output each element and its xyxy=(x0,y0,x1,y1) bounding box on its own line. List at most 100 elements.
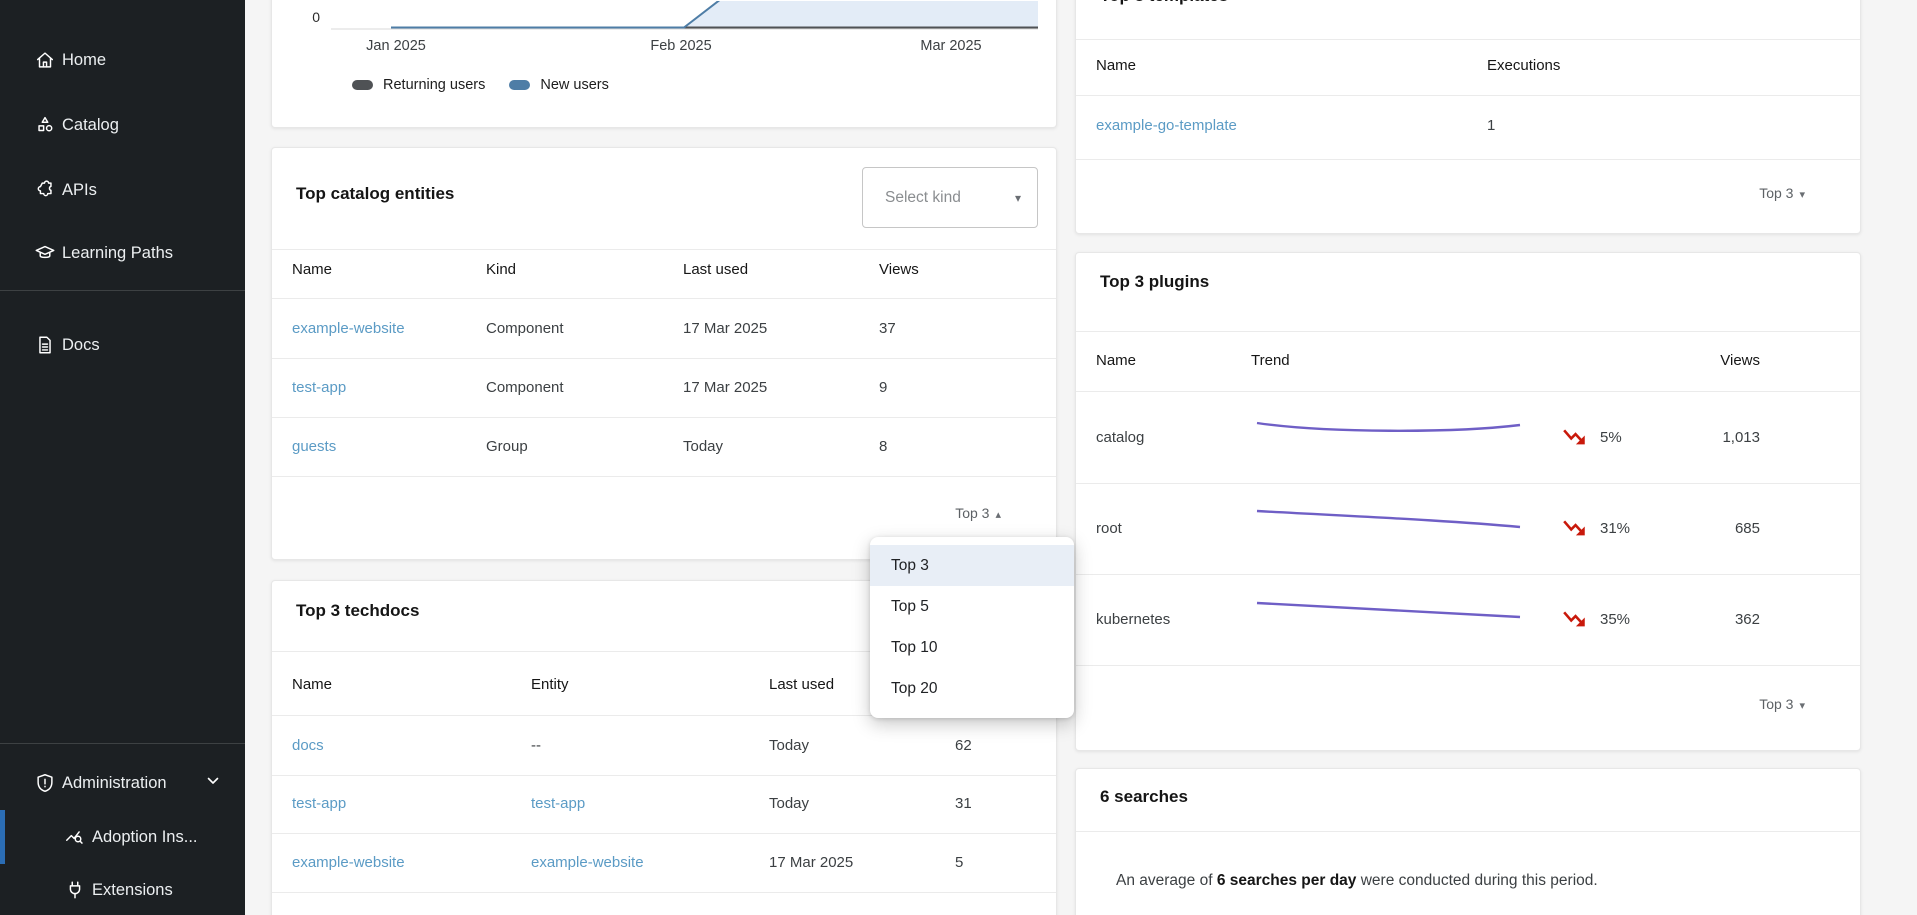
x-axis-tick: Mar 2025 xyxy=(920,38,981,54)
legend-label: New users xyxy=(540,77,609,93)
caret-down-icon: ▾ xyxy=(1799,189,1805,201)
sidebar-item-home[interactable]: Home xyxy=(0,36,245,84)
trend-percent: 35% xyxy=(1600,611,1630,628)
top-templates-card: Top 3 templates Name Executions example-… xyxy=(1075,0,1861,234)
top-catalog-entities-card: Top catalog entities Select kind ▾ Name … xyxy=(271,147,1057,560)
plugin-name: kubernetes xyxy=(1096,611,1170,628)
entity-link[interactable]: example-website xyxy=(292,320,405,337)
trending-down-icon xyxy=(1562,610,1588,632)
divider xyxy=(1076,665,1860,666)
divider xyxy=(272,298,1056,299)
sidebar-item-adoption-insights[interactable]: Adoption Ins... xyxy=(0,813,245,861)
column-header-views: Views xyxy=(879,261,919,278)
entity-value: -- xyxy=(531,737,541,754)
new-users-swatch xyxy=(509,80,530,90)
techdoc-link[interactable]: example-website xyxy=(292,854,405,871)
last-used-value: 17 Mar 2025 xyxy=(683,320,767,337)
chevron-down-icon[interactable] xyxy=(205,773,221,794)
home-icon xyxy=(33,48,57,72)
views-value: 1,013 xyxy=(1722,429,1760,446)
trending-down-icon xyxy=(1562,428,1588,450)
select-kind-dropdown[interactable]: Select kind ▾ xyxy=(862,167,1038,228)
catalog-icon xyxy=(33,113,57,137)
divider xyxy=(1076,39,1860,40)
divider xyxy=(272,476,1056,477)
top-n-select[interactable]: Top 3▴ xyxy=(955,505,1001,521)
select-kind-placeholder: Select kind xyxy=(885,189,961,207)
kind-value: Component xyxy=(486,320,564,337)
views-value: 362 xyxy=(1735,611,1760,628)
sidebar-item-catalog[interactable]: Catalog xyxy=(0,101,245,149)
apis-icon xyxy=(33,178,57,202)
views-value: 8 xyxy=(879,438,887,455)
kind-value: Group xyxy=(486,438,528,455)
sidebar-item-administration[interactable]: Administration xyxy=(0,759,245,807)
top-n-select[interactable]: Top 3▾ xyxy=(1759,696,1805,712)
column-header-name: Name xyxy=(1096,352,1136,369)
divider xyxy=(272,833,1056,834)
techdoc-link[interactable]: docs xyxy=(292,737,324,754)
sidebar-item-docs[interactable]: Docs xyxy=(0,321,245,369)
users-area-chart xyxy=(272,1,1058,31)
sidebar-divider xyxy=(0,290,245,291)
views-value: 685 xyxy=(1735,520,1760,537)
sidebar: Home Catalog APIs Learning Paths Docs Ad… xyxy=(0,0,245,915)
menu-item-top-20[interactable]: Top 20 xyxy=(870,668,1074,709)
sidebar-item-label: Adoption Ins... xyxy=(92,828,198,847)
caret-down-icon: ▾ xyxy=(1015,191,1021,205)
plugin-name: root xyxy=(1096,520,1122,537)
entity-link[interactable]: guests xyxy=(292,438,336,455)
chart-legend: Returning users New users xyxy=(352,77,609,93)
techdoc-link[interactable]: test-app xyxy=(292,795,346,812)
column-header-name: Name xyxy=(1096,57,1136,74)
last-used-value: 17 Mar 2025 xyxy=(769,854,853,871)
last-used-value: 17 Mar 2025 xyxy=(683,379,767,396)
sidebar-item-apis[interactable]: APIs xyxy=(0,166,245,214)
caret-up-icon: ▴ xyxy=(995,509,1001,521)
card-title: Top 3 templates xyxy=(1100,0,1228,6)
sidebar-item-extensions[interactable]: Extensions xyxy=(0,866,245,914)
menu-item-top-10[interactable]: Top 10 xyxy=(870,627,1074,668)
divider xyxy=(1076,483,1860,484)
divider xyxy=(1076,831,1860,832)
legend-label: Returning users xyxy=(383,77,485,93)
column-header-trend: Trend xyxy=(1251,352,1290,369)
column-header-name: Name xyxy=(292,261,332,278)
views-value: 31 xyxy=(955,795,972,812)
sidebar-item-label: APIs xyxy=(62,181,97,200)
entity-link[interactable]: test-app xyxy=(531,795,585,812)
menu-item-top-3[interactable]: Top 3 xyxy=(870,545,1074,586)
trend-sparkline xyxy=(1255,419,1522,437)
plugin-name: catalog xyxy=(1096,429,1144,446)
sidebar-item-label: Learning Paths xyxy=(62,244,173,263)
column-header-last-used: Last used xyxy=(683,261,748,278)
top-n-select[interactable]: Top 3▾ xyxy=(1759,185,1805,201)
divider xyxy=(1076,95,1860,96)
searches-card: 6 searches An average of 6 searches per … xyxy=(1075,768,1861,915)
card-title: Top 3 techdocs xyxy=(296,601,419,621)
views-value: 5 xyxy=(955,854,963,871)
column-header-executions: Executions xyxy=(1487,57,1560,74)
views-value: 37 xyxy=(879,320,896,337)
divider xyxy=(272,417,1056,418)
divider xyxy=(272,775,1056,776)
entity-link[interactable]: test-app xyxy=(292,379,346,396)
sidebar-item-label: Administration xyxy=(62,774,167,793)
trend-sparkline xyxy=(1255,508,1522,530)
divider xyxy=(1076,574,1860,575)
card-title: 6 searches xyxy=(1100,787,1188,807)
searches-summary-text: An average of 6 searches per day were co… xyxy=(1116,872,1598,890)
last-used-value: Today xyxy=(769,795,809,812)
column-header-views: Views xyxy=(1720,352,1760,369)
column-header-name: Name xyxy=(292,676,332,693)
trend-percent: 5% xyxy=(1600,429,1622,446)
plug-icon xyxy=(63,878,87,902)
entity-link[interactable]: example-website xyxy=(531,854,644,871)
sidebar-item-learning-paths[interactable]: Learning Paths xyxy=(0,229,245,277)
docs-icon xyxy=(33,333,57,357)
kind-value: Component xyxy=(486,379,564,396)
sidebar-divider xyxy=(0,743,245,744)
executions-value: 1 xyxy=(1487,117,1495,134)
menu-item-top-5[interactable]: Top 5 xyxy=(870,586,1074,627)
template-link[interactable]: example-go-template xyxy=(1096,117,1237,134)
